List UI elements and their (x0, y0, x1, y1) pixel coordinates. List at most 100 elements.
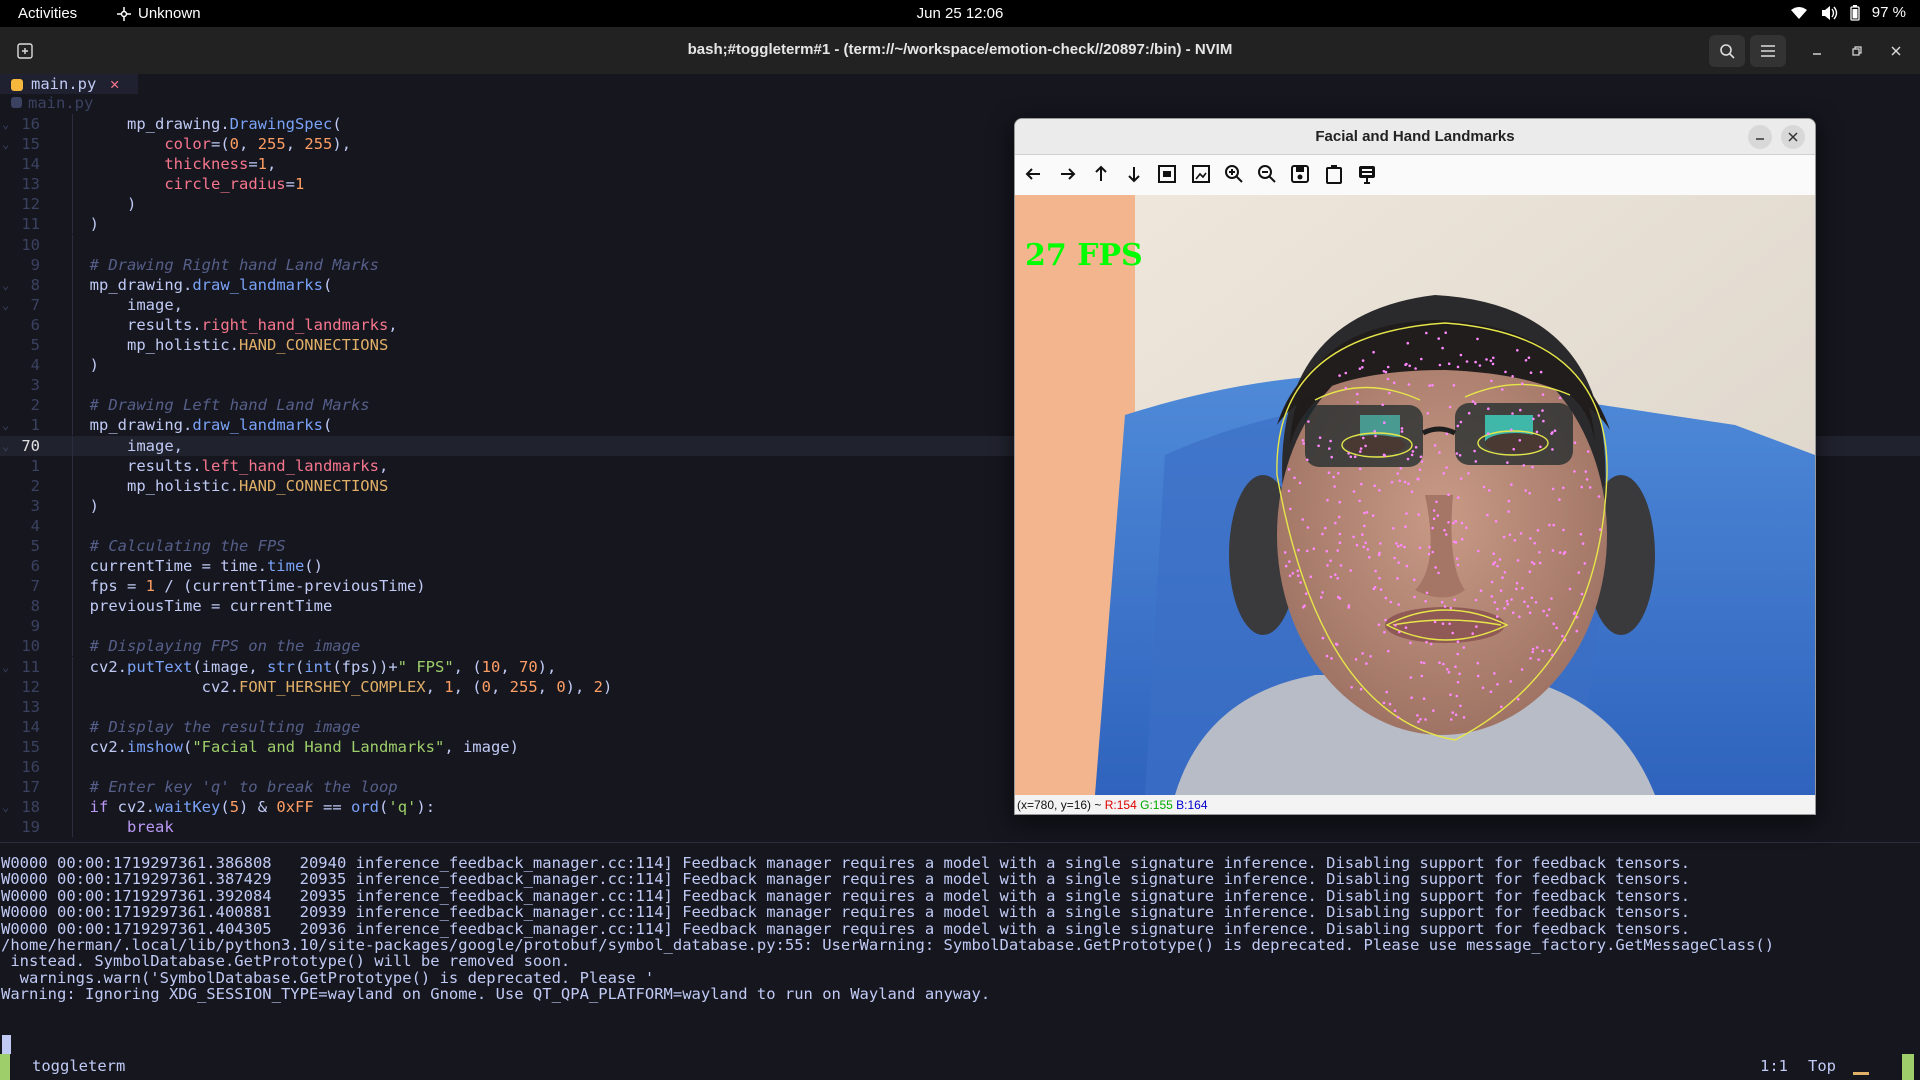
landmark-point (1515, 587, 1518, 591)
landmark-point (1541, 649, 1544, 653)
pan-right-button[interactable] (1055, 162, 1079, 186)
fold-indicator-icon[interactable]: ⌄ (2, 295, 14, 315)
line-number: 12 (21, 195, 40, 214)
opencv-close-button[interactable] (1781, 125, 1805, 149)
fold-indicator-icon[interactable]: ⌄ (2, 415, 14, 435)
landmark-point (1508, 533, 1512, 536)
landmark-point (1283, 551, 1287, 554)
landmark-point (1442, 472, 1446, 475)
landmark-point (1321, 636, 1325, 640)
pan-left-button[interactable] (1022, 162, 1046, 186)
zoom-out-button[interactable] (1255, 162, 1279, 186)
landmark-point (1438, 451, 1441, 454)
save-icon (1291, 165, 1310, 183)
code-text: ) (71, 496, 99, 516)
fps-overlay: 27 FPS (1025, 238, 1143, 273)
code-token: ( (322, 416, 333, 435)
opencv-window[interactable]: Facial and Hand Landmarks 27 FPS (x=780,… (1014, 118, 1816, 815)
landmark-point (1350, 686, 1353, 689)
zoom-original-button[interactable] (1189, 162, 1213, 186)
landmark-point (1456, 496, 1460, 499)
pan-down-button[interactable] (1122, 162, 1146, 186)
landmark-point (1490, 580, 1494, 584)
fold-indicator-icon[interactable]: ⌄ (2, 134, 14, 154)
battery-percent: 97 % (1871, 4, 1906, 21)
landmark-point (1299, 581, 1302, 584)
volume-icon (1821, 5, 1837, 20)
clock[interactable]: Jun 25 12:06 (0, 5, 1920, 22)
line-number: 16 (21, 758, 40, 776)
landmark-point (1400, 430, 1404, 433)
landmark-point (1485, 358, 1488, 361)
landmark-point (1289, 507, 1292, 511)
landmark-point (1414, 446, 1418, 449)
buffer-tab-main-py[interactable]: main.py ✕ (0, 74, 138, 94)
landmark-point (1481, 686, 1485, 690)
landmark-point (1344, 386, 1347, 390)
system-tray[interactable]: 97 % (1790, 4, 1906, 21)
landmark-point (1389, 600, 1393, 604)
landmark-point (1447, 493, 1450, 497)
code-line[interactable]: 19 break (0, 817, 1920, 838)
buffer-close-icon[interactable]: ✕ (110, 75, 119, 93)
code-token: mp_drawing. (71, 416, 193, 435)
landmark-point (1474, 360, 1477, 364)
landmark-point (1452, 384, 1456, 387)
landmark-point (1406, 341, 1410, 345)
landmark-point (1335, 643, 1339, 646)
code-token: FONT_HERSHEY_COMPLEX (238, 677, 426, 696)
fold-indicator-icon[interactable]: ⌄ (2, 275, 14, 295)
landmark-point (1467, 472, 1470, 475)
landmark-point (1524, 489, 1527, 492)
landmark-point (1580, 592, 1584, 596)
properties-button[interactable] (1355, 162, 1379, 186)
line-number: 14 (21, 155, 40, 174)
code-token: ( (183, 737, 193, 756)
code-token: mp_drawing. (127, 115, 230, 133)
code-token: ( (379, 798, 389, 817)
landmark-point (1434, 566, 1437, 569)
pixel-g: G:155 (1140, 798, 1173, 812)
landmark-point (1583, 562, 1587, 565)
landmark-point (1455, 452, 1459, 455)
landmark-point (1347, 604, 1351, 607)
landmark-point (1551, 549, 1555, 552)
fold-indicator-icon[interactable]: ⌄ (2, 114, 14, 134)
zoom-fit-button[interactable] (1155, 162, 1179, 186)
landmark-point (1558, 498, 1561, 501)
landmark-point (1456, 365, 1460, 369)
zoom-in-button[interactable] (1222, 162, 1246, 186)
save-button[interactable] (1288, 162, 1312, 186)
indent-guide (72, 757, 73, 777)
landmark-point (1306, 458, 1309, 462)
winbar: main.py (0, 94, 93, 114)
landmark-point (1575, 616, 1579, 619)
opencv-minimize-button[interactable] (1748, 125, 1772, 149)
landmark-point (1330, 455, 1333, 459)
landmark-point (1373, 484, 1376, 488)
landmark-point (1441, 346, 1444, 350)
toggleterm-output[interactable]: W0000 00:00:1719297361.386808 20940 infe… (0, 842, 1920, 1040)
opencv-title-bar[interactable]: Facial and Hand Landmarks (1015, 119, 1815, 155)
menu-button[interactable] (1750, 35, 1786, 67)
maximize-button[interactable] (1845, 39, 1869, 63)
landmark-point (1529, 537, 1532, 540)
fold-indicator-icon[interactable]: ⌄ (2, 657, 14, 677)
code-token: 0xFF (276, 798, 314, 817)
minimize-button[interactable] (1805, 39, 1829, 63)
indent-guide (72, 234, 73, 255)
webcam-frame[interactable]: 27 FPS (1015, 195, 1815, 795)
landmark-point (1477, 549, 1480, 553)
fold-indicator-icon[interactable]: ⌄ (2, 797, 14, 817)
search-button[interactable] (1709, 35, 1745, 67)
pan-up-button[interactable] (1089, 162, 1113, 186)
copy-button[interactable] (1322, 162, 1346, 186)
close-button[interactable] (1884, 39, 1908, 63)
landmark-point (1291, 572, 1295, 575)
code-token: 0 (556, 677, 566, 696)
code-token: ) (71, 215, 99, 234)
fold-indicator-icon[interactable]: ⌄ (2, 436, 14, 456)
